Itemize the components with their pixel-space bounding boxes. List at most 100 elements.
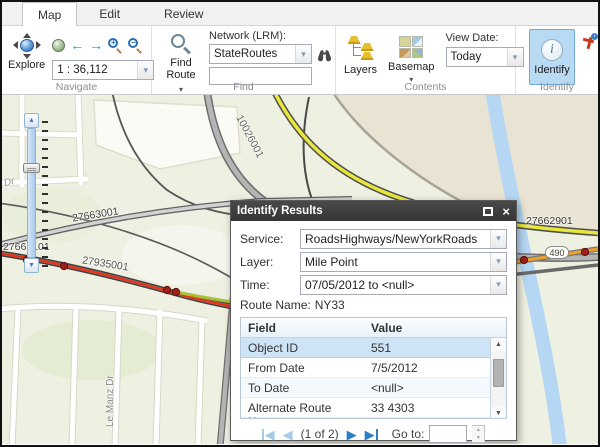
scrollbar-thumb[interactable]	[493, 359, 504, 387]
maximize-icon[interactable]	[483, 207, 493, 216]
zoom-slider-up-button[interactable]	[24, 113, 39, 128]
time-value: 07/05/2012 to <null>	[301, 276, 490, 294]
chevron-down-icon	[301, 50, 306, 59]
group-label-contents: Contents	[336, 81, 515, 93]
previous-page-button[interactable]	[283, 428, 293, 441]
identify-button[interactable]: i Identify	[529, 29, 575, 85]
time-dropdown-button[interactable]	[490, 276, 506, 294]
scrollbar-up-button[interactable]	[491, 338, 506, 351]
tab-review[interactable]: Review	[142, 2, 225, 25]
service-combobox[interactable]: RoadsHighways/NewYorkRoads	[300, 229, 507, 249]
network-lrm-label: Network (LRM):	[209, 30, 333, 42]
chevron-down-icon	[496, 257, 501, 266]
goto-page-input[interactable]	[429, 425, 467, 443]
tab-map[interactable]: Map	[22, 2, 77, 26]
zoom-out-icon[interactable]: −	[128, 38, 143, 53]
triangle-up-icon	[28, 117, 35, 124]
network-dropdown-button[interactable]	[295, 45, 311, 63]
goto-spinner[interactable]	[472, 425, 485, 443]
time-combobox[interactable]: 07/05/2012 to <null>	[300, 275, 507, 295]
table-row[interactable]: Alternate Route Name 33 4303	[241, 398, 490, 418]
page-indicator: (1 of 2)	[301, 427, 339, 441]
zoom-slider-thumb[interactable]	[23, 163, 40, 173]
view-date-combobox[interactable]: Today	[446, 47, 524, 67]
service-label: Service:	[240, 232, 300, 246]
basemap-icon	[399, 36, 423, 58]
dialog-title: Identify Results	[237, 205, 483, 217]
close-icon[interactable]	[502, 205, 510, 218]
scrollbar-down-button[interactable]	[491, 407, 506, 419]
row-value: 551	[364, 338, 490, 357]
scale-combobox[interactable]: 1 : 36,112	[52, 60, 154, 80]
dialog-body: Service: RoadsHighways/NewYorkRoads Laye…	[231, 221, 516, 444]
tab-edit[interactable]: Edit	[77, 2, 142, 25]
service-value: RoadsHighways/NewYorkRoads	[301, 230, 490, 248]
first-page-button[interactable]	[262, 428, 275, 441]
layer-value: Mile Point	[301, 253, 490, 271]
route-shield-490: 490	[545, 246, 569, 259]
identify-label: Identify	[534, 64, 569, 76]
basemap-label: Basemap	[388, 61, 434, 74]
dialog-titlebar[interactable]: Identify Results	[231, 201, 516, 221]
app-window: Map Edit Review Explore + −	[0, 0, 600, 447]
chevron-down-icon	[144, 66, 149, 75]
group-label-identify: Identify	[516, 81, 598, 93]
view-date-label: View Date:	[446, 32, 524, 44]
group-identify: i Identify Identify	[516, 26, 598, 94]
table-row[interactable]: Object ID 551	[241, 338, 490, 358]
binoculars-icon[interactable]	[316, 47, 333, 62]
next-page-button[interactable]	[347, 428, 357, 441]
zoom-slider-track[interactable]	[27, 128, 36, 258]
time-label: Time:	[240, 278, 300, 292]
chevron-down-icon	[496, 280, 501, 289]
layer-dropdown-button[interactable]	[490, 253, 506, 271]
table-scrollbar[interactable]	[490, 338, 506, 419]
layers-icon	[348, 36, 374, 60]
group-find: Find Route Network (LRM): StateRoutes Fi…	[152, 26, 336, 94]
ribbon-tabbar: Map Edit Review	[2, 2, 598, 26]
map-canvas[interactable]: 27663001 27663101 27935001 10026001 2766…	[2, 95, 598, 444]
zoom-in-icon[interactable]: +	[108, 38, 123, 53]
scale-dropdown-button[interactable]	[137, 61, 153, 79]
triangle-down-icon	[495, 410, 502, 417]
zoom-slider-down-button[interactable]	[24, 258, 39, 273]
layer-combobox[interactable]: Mile Point	[300, 252, 507, 272]
goto-label: Go to:	[392, 427, 425, 441]
service-dropdown-button[interactable]	[490, 230, 506, 248]
group-contents: Layers Basemap View Date: Today Contents	[336, 26, 516, 94]
network-combobox[interactable]: StateRoutes	[209, 44, 312, 64]
row-field: From Date	[241, 358, 364, 377]
scale-value: 1 : 36,112	[53, 61, 137, 79]
spinner-up-button[interactable]	[472, 426, 484, 434]
last-page-icon	[365, 428, 375, 441]
first-page-icon	[265, 428, 275, 441]
table-row[interactable]: To Date <null>	[241, 378, 490, 398]
triangle-down-icon	[476, 436, 481, 441]
route-label: 27662901	[526, 215, 573, 227]
row-field: Object ID	[241, 338, 364, 357]
layer-label: Layer:	[240, 255, 300, 269]
row-field: Alternate Route Name	[241, 398, 364, 417]
group-navigate: Explore + − 1 : 36,112 Navigate	[2, 26, 152, 94]
pagination-bar: (1 of 2) Go to:	[240, 419, 507, 444]
attributes-table: Field Value Object ID 551 From Date	[240, 317, 507, 419]
spinner-down-button[interactable]	[472, 434, 484, 442]
scrollbar-track[interactable]	[491, 351, 506, 407]
previous-page-icon	[283, 428, 293, 441]
next-page-icon	[347, 428, 357, 441]
group-label-find: Find	[152, 81, 335, 93]
triangle-up-icon	[476, 428, 481, 433]
identify-route-marker-icon[interactable]	[581, 33, 598, 51]
route-name-value: NY33	[315, 298, 345, 312]
row-value: 7/5/2012	[364, 358, 490, 377]
forward-extent-icon[interactable]	[89, 38, 103, 52]
last-page-button[interactable]	[365, 428, 378, 441]
back-extent-icon[interactable]	[70, 38, 84, 52]
full-extent-globe-icon[interactable]	[52, 39, 65, 52]
identify-results-dialog: Identify Results Service: RoadsHighways/…	[230, 200, 517, 441]
table-row[interactable]: From Date 7/5/2012	[241, 358, 490, 378]
zoom-slider[interactable]	[23, 113, 40, 275]
street-label: Le Manz Dr	[105, 375, 116, 427]
identify-i-icon: i	[541, 39, 563, 61]
value-column-header: Value	[364, 318, 490, 337]
